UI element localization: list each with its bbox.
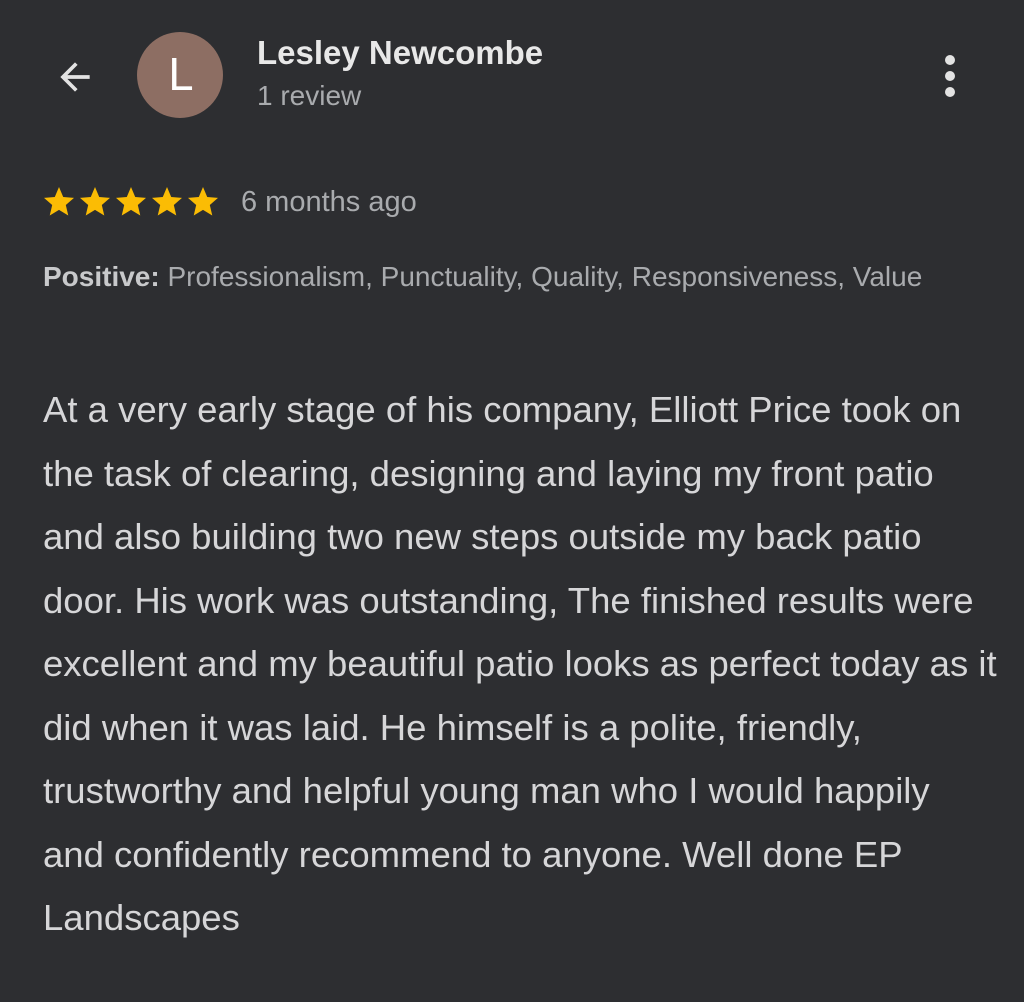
star-icon	[80, 187, 110, 216]
more-options-button[interactable]	[925, 48, 975, 104]
star-rating	[41, 184, 221, 220]
review-count: 1 review	[257, 80, 362, 111]
reviewer-name[interactable]: Lesley Newcombe	[257, 34, 543, 72]
attributes-label: Positive:	[43, 261, 160, 292]
more-vert-icon	[945, 55, 955, 65]
star-icon	[152, 187, 182, 216]
review-text: At a very early stage of his company, El…	[43, 389, 997, 938]
review-attributes: Positive: Professionalism, Punctuality, …	[43, 256, 983, 298]
avatar[interactable]: L	[137, 32, 223, 118]
star-icon	[116, 187, 146, 216]
attributes-values: Professionalism, Punctuality, Quality, R…	[167, 261, 923, 292]
review-header: L Lesley Newcombe 1 review	[0, 0, 1024, 150]
avatar-initial: L	[167, 49, 193, 101]
rating-row: 6 months ago	[41, 180, 417, 224]
star-icon	[188, 187, 218, 216]
star-icon	[44, 187, 74, 216]
back-button[interactable]	[50, 52, 100, 102]
review-time: 6 months ago	[241, 185, 417, 218]
arrow-left-icon	[60, 62, 90, 92]
